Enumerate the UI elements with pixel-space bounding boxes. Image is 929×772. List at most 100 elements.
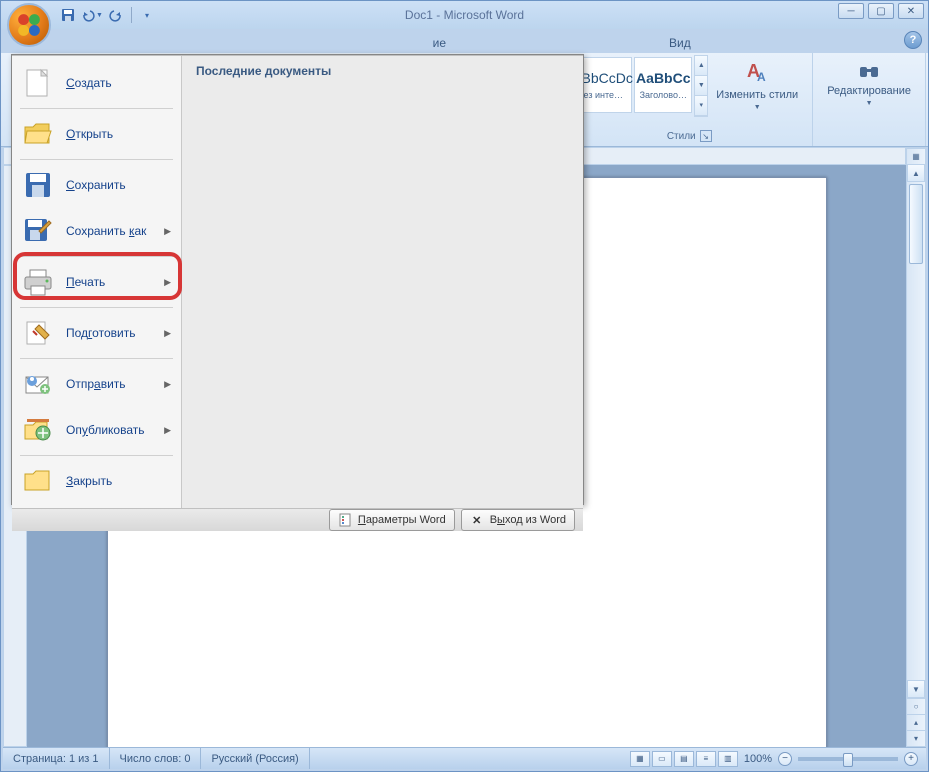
submenu-arrow-icon: ▶ — [164, 425, 171, 436]
window-controls: ─ ▢ ✕ — [838, 3, 924, 19]
svg-text:A: A — [757, 70, 766, 84]
view-print-layout-button[interactable]: ▦ — [630, 751, 650, 767]
zoom-out-button[interactable]: − — [778, 752, 792, 766]
close-window-button[interactable]: ✕ — [898, 3, 924, 19]
status-language[interactable]: Русский (Россия) — [201, 748, 309, 769]
prepare-icon — [23, 319, 53, 347]
ruler-toggle[interactable]: ▦ — [907, 148, 925, 164]
submenu-arrow-icon: ▶ — [164, 379, 171, 390]
quick-access-toolbar: ▼ ▾ — [57, 5, 158, 25]
style-item-heading[interactable]: AaBbCc Заголово… — [634, 57, 692, 113]
view-web-layout-button[interactable]: ▤ — [674, 751, 694, 767]
ribbon-group-styles: aBbCcDc ез инте… AaBbCc Заголово… ▲ ▼ ▾ … — [566, 53, 813, 146]
zoom-in-button[interactable]: + — [904, 752, 918, 766]
ribbon-group-editing: Редактирование ▼ — [813, 53, 926, 146]
close-folder-icon — [23, 468, 53, 494]
menu-item-print[interactable]: Печать ▶ — [12, 259, 181, 305]
menu-label: Создать — [66, 76, 171, 90]
qat-redo-button[interactable] — [105, 5, 127, 25]
undo-icon — [81, 8, 95, 22]
new-document-icon — [24, 68, 52, 98]
binoculars-icon — [857, 59, 881, 83]
menu-item-save[interactable]: Сохранить — [12, 162, 181, 208]
scroll-thumb[interactable] — [909, 184, 923, 264]
ribbon-tab-partial[interactable]: ие — [421, 32, 458, 53]
office-button[interactable] — [7, 3, 51, 47]
submenu-arrow-icon: ▶ — [164, 277, 171, 288]
menu-item-open[interactable]: Открыть — [12, 111, 181, 157]
zoom-slider[interactable] — [798, 757, 898, 761]
menu-separator — [20, 307, 173, 308]
prev-page-button[interactable]: ▴ — [907, 714, 925, 730]
save-icon — [61, 8, 75, 22]
redo-icon — [109, 8, 123, 22]
zoom-level-label[interactable]: 100% — [744, 753, 772, 765]
menu-label: Отправить — [66, 377, 152, 391]
status-word-count[interactable]: Число слов: 0 — [110, 748, 202, 769]
office-menu-commands: Создать Открыть Сохранить Сохранить как … — [12, 56, 182, 508]
view-full-screen-button[interactable]: ▭ — [652, 751, 672, 767]
style-item-label: ез инте… — [584, 90, 623, 100]
style-gallery-scroll: ▲ ▼ ▾ — [694, 55, 708, 117]
scroll-up-button[interactable]: ▲ — [907, 164, 925, 182]
menu-separator — [20, 108, 173, 109]
exit-word-label: Выход из Word — [490, 514, 566, 526]
change-styles-icon: AA — [743, 59, 771, 87]
maximize-button[interactable]: ▢ — [868, 3, 894, 19]
word-options-button[interactable]: Параметры Word — [329, 509, 455, 531]
printer-icon — [22, 268, 54, 296]
menu-item-save-as[interactable]: Сохранить как ▶ — [12, 208, 181, 254]
office-menu-footer: Параметры Word ✕ Выход из Word — [12, 508, 583, 531]
submenu-arrow-icon: ▶ — [164, 226, 171, 237]
status-right: ▦ ▭ ▤ ≡ ▥ 100% − + — [630, 751, 926, 767]
publish-icon — [23, 417, 53, 443]
menu-separator — [20, 358, 173, 359]
qat-undo-button[interactable]: ▼ — [81, 5, 103, 25]
menu-separator — [20, 159, 173, 160]
qat-separator — [131, 7, 132, 23]
browse-object-button[interactable]: ○ — [907, 698, 925, 714]
submenu-arrow-icon: ▶ — [164, 328, 171, 339]
office-menu-recent: Последние документы — [182, 56, 583, 508]
style-gallery[interactable]: aBbCcDc ез инте… AaBbCc Заголово… — [572, 55, 694, 117]
view-draft-button[interactable]: ▥ — [718, 751, 738, 767]
dialog-launcher-styles[interactable]: ↘ — [700, 130, 712, 142]
style-gallery-expand[interactable]: ▾ — [695, 96, 707, 116]
open-folder-icon — [23, 121, 53, 147]
menu-item-publish[interactable]: Опубликовать ▶ — [12, 407, 181, 453]
office-logo-icon — [16, 12, 42, 38]
title-bar: ▼ ▾ Doc1 - Microsoft Word ─ ▢ ✕ — [1, 1, 928, 29]
menu-label: Сохранить — [66, 178, 171, 192]
save-disk-icon — [24, 171, 52, 199]
style-preview-text: AaBbCc — [636, 70, 690, 86]
menu-separator — [20, 256, 173, 257]
ribbon-tab-view[interactable]: Вид — [657, 32, 703, 53]
status-page[interactable]: Страница: 1 из 1 — [3, 748, 110, 769]
menu-label: Сохранить как — [66, 224, 152, 238]
style-scroll-down[interactable]: ▼ — [695, 76, 707, 96]
status-bar: Страница: 1 из 1 Число слов: 0 Русский (… — [3, 747, 926, 769]
minimize-button[interactable]: ─ — [838, 3, 864, 19]
scroll-down-button[interactable]: ▼ — [907, 680, 925, 698]
ribbon-tabs: ие Вид ? — [1, 29, 928, 53]
change-styles-button[interactable]: AA Изменить стили ▼ — [708, 55, 806, 117]
vertical-scrollbar[interactable]: ▦ ▲ ▼ ○ ▴ ▾ — [906, 147, 926, 747]
qat-save-button[interactable] — [57, 5, 79, 25]
menu-item-prepare[interactable]: Подготовить ▶ — [12, 310, 181, 356]
scroll-track[interactable] — [907, 266, 925, 680]
editing-button[interactable]: Редактирование ▼ — [819, 55, 919, 113]
next-page-button[interactable]: ▾ — [907, 730, 925, 746]
exit-word-button[interactable]: ✕ Выход из Word — [461, 509, 575, 531]
help-button[interactable]: ? — [904, 31, 922, 49]
style-item-label: Заголово… — [640, 90, 687, 100]
send-icon — [23, 371, 53, 397]
qat-customize-button[interactable]: ▾ — [136, 5, 158, 25]
menu-item-send[interactable]: Отправить ▶ — [12, 361, 181, 407]
view-outline-button[interactable]: ≡ — [696, 751, 716, 767]
style-scroll-up[interactable]: ▲ — [695, 56, 707, 76]
menu-item-close[interactable]: Закрыть — [12, 458, 181, 504]
menu-item-new[interactable]: Создать — [12, 60, 181, 106]
menu-label: Печать — [66, 275, 152, 289]
change-styles-label: Изменить стили — [716, 89, 798, 102]
office-menu: Создать Открыть Сохранить Сохранить как … — [11, 54, 584, 505]
